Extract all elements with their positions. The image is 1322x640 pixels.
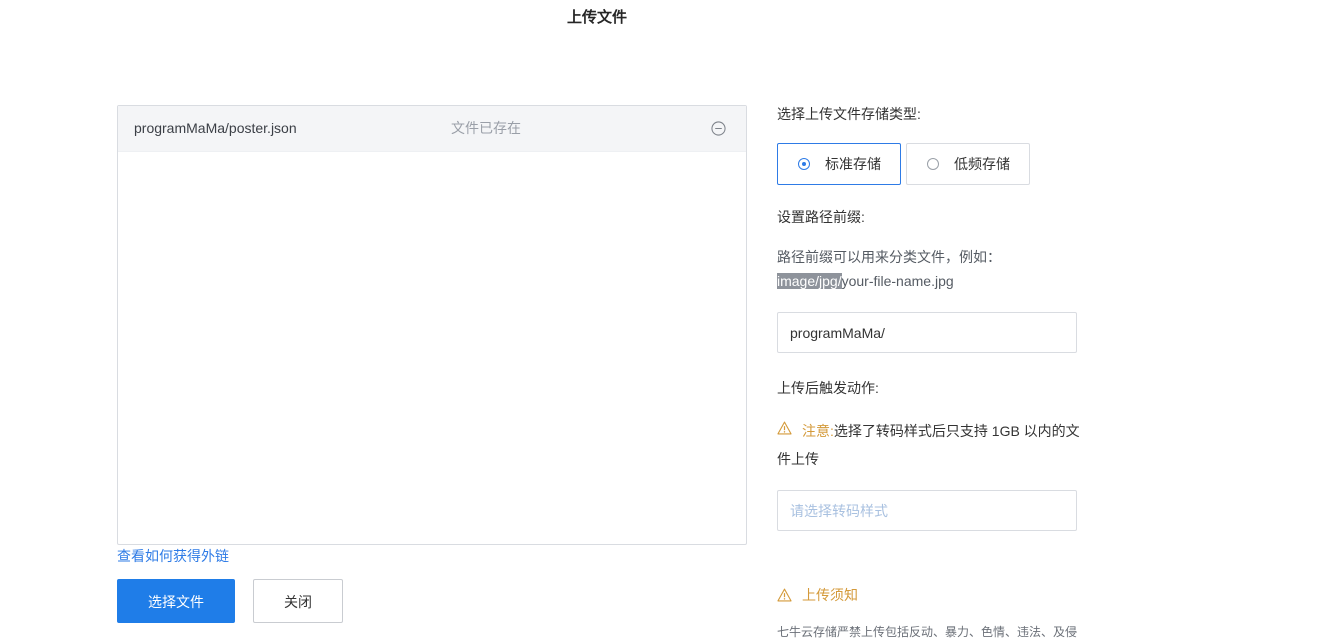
path-prefix-label: 设置路径前缀: xyxy=(777,209,865,225)
file-status: 文件已存在 xyxy=(451,120,521,136)
radio-checked-icon xyxy=(798,158,810,170)
radio-infrequent-storage[interactable]: 低频存储 xyxy=(906,143,1030,185)
upload-notice-title: 上传须知 xyxy=(802,587,858,603)
remove-circle-icon[interactable] xyxy=(711,121,726,136)
file-list-panel: programMaMa/poster.json 文件已存在 xyxy=(117,105,747,545)
file-list-item: programMaMa/poster.json 文件已存在 xyxy=(118,106,746,152)
storage-type-label: 选择上传文件存储类型: xyxy=(777,106,921,122)
example-prefix: image/jpg/ xyxy=(777,273,842,289)
transcode-notice: 注意:选择了转码样式后只支持 1GB 以内的文件上传 xyxy=(777,417,1082,473)
radio-standard-storage[interactable]: 标准存储 xyxy=(777,143,901,185)
file-name: programMaMa/poster.json xyxy=(134,120,297,136)
example-file-name: your-file-name.jpg xyxy=(841,273,954,289)
external-link-help[interactable]: 查看如何获得外链 xyxy=(117,546,229,566)
notice-label: 注意: xyxy=(802,423,834,439)
path-prefix-help: 路径前缀可以用来分类文件，例如： image/jpg/your-file-nam… xyxy=(777,245,1001,293)
upload-notice-text: 七牛云存储严禁上传包括反动、暴力、色情、违法、及侵 xyxy=(777,625,1078,639)
select-file-button[interactable]: 选择文件 xyxy=(117,579,235,623)
close-button[interactable]: 关闭 xyxy=(253,579,343,623)
radio-label: 标准存储 xyxy=(825,156,881,172)
path-prefix-help-line: 路径前缀可以用来分类文件，例如： xyxy=(777,249,1001,265)
path-prefix-input[interactable] xyxy=(777,312,1077,353)
radio-unchecked-icon xyxy=(927,158,939,170)
radio-label: 低频存储 xyxy=(954,156,1010,172)
trigger-action-label: 上传后触发动作: xyxy=(777,380,879,396)
warning-icon xyxy=(777,588,792,602)
transcode-style-select[interactable] xyxy=(777,490,1077,531)
dialog-title: 上传文件 xyxy=(566,9,627,26)
